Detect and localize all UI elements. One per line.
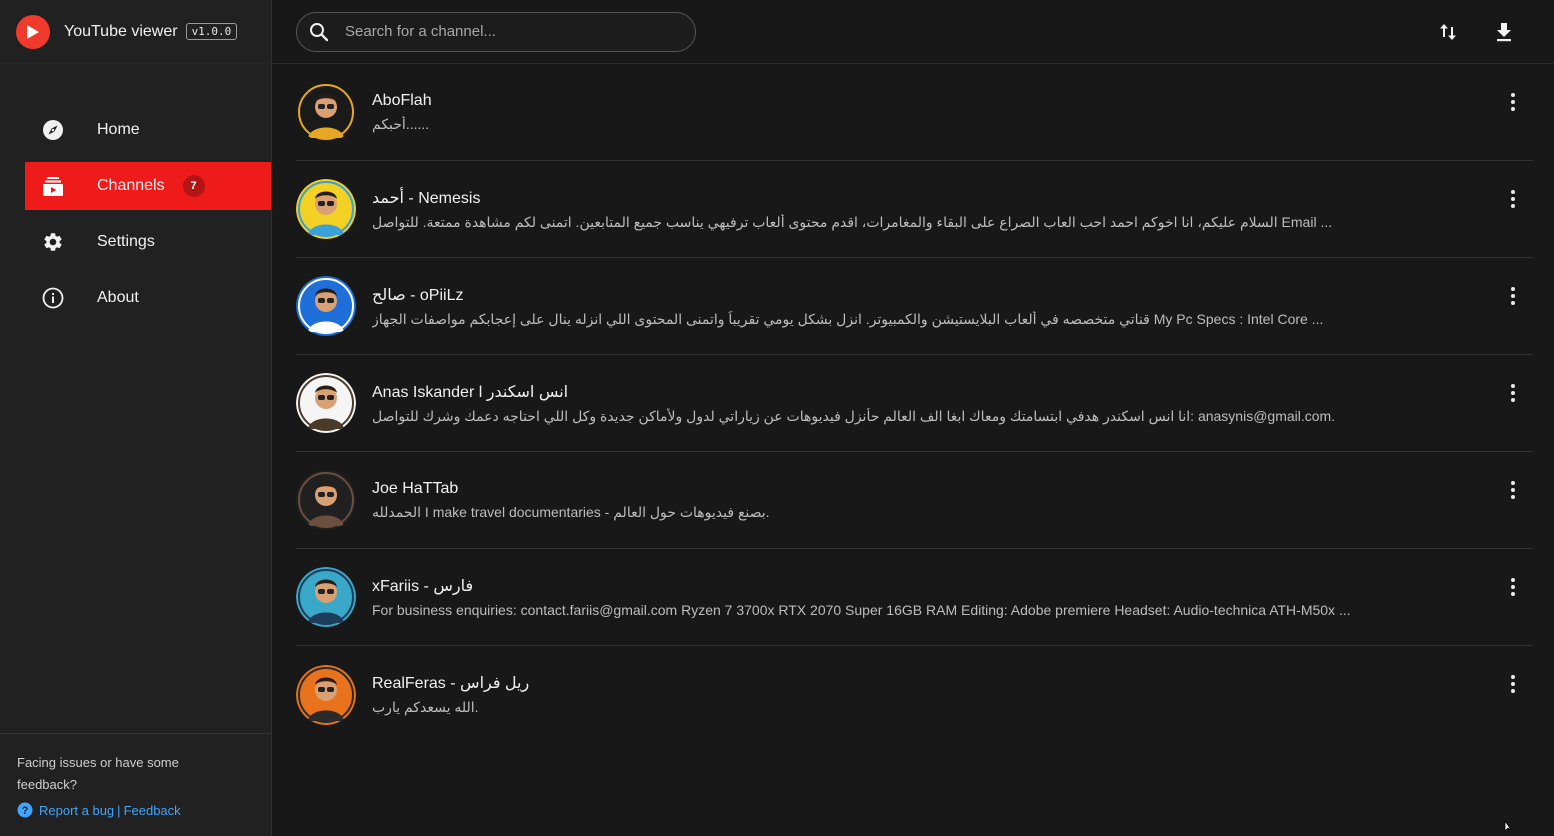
more-vert-icon[interactable] bbox=[1507, 284, 1519, 308]
sidebar-item-channels[interactable]: Channels 7 bbox=[25, 162, 271, 210]
sidebar-item-label: About bbox=[97, 289, 139, 306]
channel-text: AboFlah أحبكم...... bbox=[372, 92, 1533, 133]
more-vert-icon[interactable] bbox=[1507, 90, 1519, 114]
top-actions bbox=[1404, 20, 1516, 44]
channel-title[interactable]: AboFlah bbox=[372, 92, 1533, 110]
channel-avatar[interactable] bbox=[296, 567, 356, 627]
channel-text: صالح - oPiiLz قناتي متخصصه في ألعاب البلا… bbox=[372, 285, 1533, 328]
link-separator: | bbox=[117, 802, 121, 818]
sidebar-item-label: Channels bbox=[97, 177, 165, 194]
channel-description: الله يسعدكم يارب. bbox=[372, 699, 479, 715]
channel-list: AboFlah أحبكم...... أحمد - Nemesis السلام ع… bbox=[272, 64, 1554, 743]
feedback-prompt: Facing issues or have some feedback? bbox=[17, 755, 179, 792]
play-logo-icon bbox=[16, 14, 50, 49]
channel-text: Anas Iskander l انس اسكندر انا انس اسكندر… bbox=[372, 382, 1533, 425]
channel-description: For business enquiries: contact.fariis@g… bbox=[372, 602, 1351, 618]
channels-count-badge: 7 bbox=[182, 175, 205, 197]
sidebar-item-label: Settings bbox=[97, 233, 155, 250]
search-input[interactable] bbox=[343, 22, 667, 41]
channel-avatar[interactable] bbox=[296, 470, 356, 530]
search-box[interactable] bbox=[296, 11, 696, 52]
brand: YouTube viewer v1.0.0 bbox=[0, 0, 271, 64]
feedback-link[interactable]: Feedback bbox=[124, 803, 181, 818]
app-root: YouTube viewer v1.0.0 Home Channels 7 Se… bbox=[0, 0, 1554, 836]
sidebar-item-home[interactable]: Home bbox=[25, 106, 271, 154]
channel-title[interactable]: أحمد - Nemesis bbox=[372, 188, 1533, 208]
channel-title[interactable]: Joe HaTTab bbox=[372, 480, 1533, 498]
compass-icon bbox=[41, 118, 65, 142]
channel-row[interactable]: xFariis - فارس For business enquiries: co… bbox=[296, 549, 1533, 646]
channel-avatar[interactable] bbox=[296, 664, 356, 725]
channel-text: RealFeras - ريل فراس الله يسعدكم يارب. bbox=[372, 673, 1533, 716]
channel-avatar[interactable] bbox=[296, 82, 356, 142]
top-bar bbox=[272, 0, 1554, 64]
channel-row[interactable]: RealFeras - ريل فراس الله يسعدكم يارب. bbox=[296, 646, 1533, 743]
sidebar-item-settings[interactable]: Settings bbox=[25, 218, 271, 266]
channel-text: أحمد - Nemesis السلام عليكم، انا اخوكم اح… bbox=[372, 188, 1533, 231]
info-icon bbox=[41, 286, 65, 310]
help-icon: ? bbox=[17, 802, 33, 818]
more-vert-icon[interactable] bbox=[1507, 187, 1519, 211]
app-title: YouTube viewer bbox=[64, 22, 178, 40]
more-vert-icon[interactable] bbox=[1507, 575, 1519, 599]
gear-icon bbox=[41, 230, 65, 254]
sidebar-nav: Home Channels 7 Settings About bbox=[0, 106, 271, 322]
sort-icon[interactable] bbox=[1436, 20, 1460, 44]
channel-text: Joe HaTTab الحمدلله I make travel documen… bbox=[372, 480, 1533, 521]
feedback-links: ? Report a bug | Feedback bbox=[17, 802, 254, 818]
channel-title[interactable]: xFariis - فارس bbox=[372, 576, 1533, 596]
channel-avatar[interactable] bbox=[296, 373, 356, 433]
subscriptions-icon bbox=[41, 174, 65, 198]
report-bug-link[interactable]: Report a bug bbox=[39, 803, 114, 818]
more-vert-icon[interactable] bbox=[1507, 381, 1519, 405]
channel-avatar[interactable] bbox=[296, 179, 356, 239]
channel-row[interactable]: Joe HaTTab الحمدلله I make travel documen… bbox=[296, 452, 1533, 549]
mouse-cursor-icon bbox=[1504, 818, 1516, 836]
channel-text: xFariis - فارس For business enquiries: co… bbox=[372, 576, 1533, 618]
more-vert-icon[interactable] bbox=[1507, 478, 1519, 502]
sidebar-footer: Facing issues or have some feedback? ? R… bbox=[0, 733, 271, 818]
channel-avatar[interactable] bbox=[296, 276, 356, 336]
channel-description: السلام عليكم، انا اخوكم احمد احب العاب ا… bbox=[372, 213, 1333, 230]
channel-description: انا انس اسكندر هدفي ابتسامتك ومعاك ابغا … bbox=[372, 407, 1336, 424]
channel-row[interactable]: أحمد - Nemesis السلام عليكم، انا اخوكم اح… bbox=[296, 161, 1533, 258]
sidebar: YouTube viewer v1.0.0 Home Channels 7 Se… bbox=[0, 0, 272, 836]
channel-description: أحبكم...... bbox=[372, 115, 430, 132]
search-icon bbox=[309, 22, 329, 42]
channel-row[interactable]: Anas Iskander l انس اسكندر انا انس اسكندر… bbox=[296, 355, 1533, 452]
channel-row[interactable]: AboFlah أحبكم...... bbox=[296, 64, 1533, 161]
version-badge: v1.0.0 bbox=[185, 23, 238, 40]
channel-title[interactable]: صالح - oPiiLz bbox=[372, 285, 1533, 305]
svg-text:?: ? bbox=[22, 805, 29, 817]
channel-title[interactable]: RealFeras - ريل فراس bbox=[372, 673, 1533, 693]
sidebar-item-label: Home bbox=[97, 121, 140, 138]
channel-description: الحمدلله I make travel documentaries - ب… bbox=[372, 503, 770, 520]
channel-title[interactable]: Anas Iskander l انس اسكندر bbox=[372, 382, 1533, 402]
channel-description: قناتي متخصصه في ألعاب البلايستيشن والكمب… bbox=[372, 310, 1324, 327]
more-vert-icon[interactable] bbox=[1507, 672, 1519, 696]
main-content: AboFlah أحبكم...... أحمد - Nemesis السلام ع… bbox=[272, 0, 1554, 836]
download-icon[interactable] bbox=[1492, 20, 1516, 44]
channel-row[interactable]: صالح - oPiiLz قناتي متخصصه في ألعاب البلا… bbox=[296, 258, 1533, 355]
sidebar-item-about[interactable]: About bbox=[25, 274, 271, 322]
